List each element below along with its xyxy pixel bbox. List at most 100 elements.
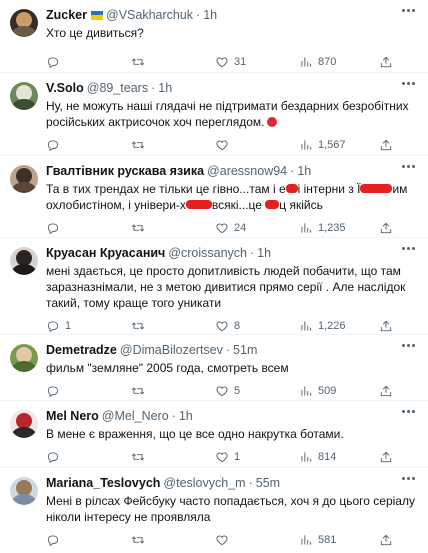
avatar[interactable] <box>10 9 38 37</box>
like-button[interactable]: 5 <box>215 384 299 398</box>
author-handle[interactable]: @VSakharchuk <box>106 8 193 22</box>
retweet-icon <box>131 453 145 461</box>
like-button[interactable]: 1 <box>215 450 299 464</box>
more-options-icon[interactable] <box>402 82 416 86</box>
views-button[interactable]: 1,235 <box>299 221 379 235</box>
views-button[interactable]: 814 <box>299 450 379 464</box>
share-icon <box>380 139 392 151</box>
view-count: 870 <box>318 56 337 68</box>
action-bar: 5 509 <box>46 380 418 402</box>
share-button[interactable] <box>379 450 399 464</box>
retweet-icon <box>131 387 145 395</box>
author-handle[interactable]: @teslovych_m <box>163 476 245 490</box>
reply-icon <box>47 223 59 235</box>
tweet[interactable]: Mariana_Teslovych @teslovych_m · 55m Мен… <box>0 468 428 553</box>
more-options-icon[interactable] <box>402 165 416 169</box>
retweet-button[interactable] <box>131 384 215 398</box>
share-button[interactable] <box>379 138 399 152</box>
tweet-text-content: Ну, не можуть наші глядачі не підтримати… <box>46 99 409 129</box>
author-name[interactable]: Demetradze <box>46 343 117 357</box>
reply-button[interactable] <box>46 221 131 235</box>
views-chart-icon <box>301 452 312 462</box>
tweet-header: Mel Nero @Mel_Nero · 1h <box>46 407 418 425</box>
retweet-button[interactable] <box>131 319 215 333</box>
avatar[interactable] <box>10 165 38 193</box>
author-name[interactable]: Круасан Круасанич <box>46 246 165 260</box>
tweet[interactable]: Mel Nero @Mel_Nero · 1h В мене є враженн… <box>0 401 428 468</box>
author-name[interactable]: Гвалтівник рускава язика <box>46 164 204 178</box>
heart-icon <box>216 223 228 234</box>
timestamp[interactable]: 1h <box>297 164 311 178</box>
retweet-button[interactable] <box>131 55 215 69</box>
tweet-text: мені здається, це просто допитливість лю… <box>46 264 406 310</box>
action-bar: 1 814 <box>46 446 418 468</box>
share-button[interactable] <box>379 319 399 333</box>
like-button[interactable]: 31 <box>215 55 299 69</box>
more-options-icon[interactable] <box>402 247 416 251</box>
timestamp[interactable]: 1h <box>203 8 217 22</box>
views-button[interactable]: 509 <box>299 384 379 398</box>
view-count: 1,235 <box>318 222 346 234</box>
reply-button[interactable] <box>46 55 131 69</box>
timestamp[interactable]: 51m <box>233 343 257 357</box>
share-button[interactable] <box>379 55 399 69</box>
views-button[interactable]: 870 <box>299 55 379 69</box>
author-name[interactable]: Zucker <box>46 8 87 22</box>
tweet-text: Хто це дивиться? <box>46 26 144 40</box>
share-button[interactable] <box>379 533 399 547</box>
retweet-button[interactable] <box>131 450 215 464</box>
retweet-button[interactable] <box>131 533 215 547</box>
reply-button[interactable] <box>46 450 131 464</box>
reply-button[interactable] <box>46 138 131 152</box>
tweet[interactable]: Demetradze @DimaBilozertsev · 51m фильм … <box>0 335 428 401</box>
action-bar: 581 <box>46 529 418 551</box>
separator-dot: · <box>290 164 295 178</box>
avatar[interactable] <box>10 344 38 372</box>
like-button[interactable]: 24 <box>215 221 299 235</box>
heart-icon <box>216 452 228 463</box>
timestamp[interactable]: 55m <box>256 476 280 490</box>
author-handle[interactable]: @croissanych <box>168 246 247 260</box>
more-options-icon[interactable] <box>402 410 416 414</box>
reply-button[interactable]: 1 <box>46 319 131 333</box>
author-handle[interactable]: @89_tears <box>87 81 148 95</box>
reply-button[interactable] <box>46 533 131 547</box>
tweet[interactable]: V.Solo @89_tears · 1h Ну, не можуть наші… <box>0 73 428 156</box>
author-name[interactable]: Mariana_Teslovych <box>46 476 160 490</box>
author-name[interactable]: Mel Nero <box>46 409 99 423</box>
view-count: 814 <box>318 451 337 463</box>
tweet[interactable]: Круасан Круасанич @croissanych · 1h мені… <box>0 238 428 335</box>
timestamp[interactable]: 1h <box>257 246 271 260</box>
author-name[interactable]: V.Solo <box>46 81 84 95</box>
views-button[interactable]: 581 <box>299 533 379 547</box>
timestamp[interactable]: 1h <box>179 409 193 423</box>
retweet-icon <box>131 141 145 149</box>
redaction-mark <box>285 184 298 193</box>
author-handle[interactable]: @DimaBilozertsev <box>120 343 223 357</box>
tweet[interactable]: Zucker @VSakharchuk · 1h Хто це дивиться… <box>0 0 428 73</box>
author-handle[interactable]: @Mel_Nero <box>102 409 169 423</box>
author-handle[interactable]: @aressnow94 <box>207 164 287 178</box>
avatar[interactable] <box>10 410 38 438</box>
retweet-button[interactable] <box>131 221 215 235</box>
more-options-icon[interactable] <box>402 9 416 13</box>
avatar[interactable] <box>10 82 38 110</box>
timestamp[interactable]: 1h <box>158 81 172 95</box>
tweet[interactable]: Гвалтівник рускава язика @aressnow94 · 1… <box>0 156 428 238</box>
views-button[interactable]: 1,226 <box>299 319 379 333</box>
reply-icon <box>47 140 59 152</box>
avatar[interactable] <box>10 247 38 275</box>
share-button[interactable] <box>379 384 399 398</box>
like-button[interactable]: 8 <box>215 319 299 333</box>
like-button[interactable] <box>215 533 299 547</box>
views-button[interactable]: 1,567 <box>299 138 379 152</box>
more-options-icon[interactable] <box>402 477 416 481</box>
views-chart-icon <box>301 223 312 233</box>
like-button[interactable] <box>215 138 299 152</box>
reply-button[interactable] <box>46 384 131 398</box>
retweet-button[interactable] <box>131 138 215 152</box>
share-button[interactable] <box>379 221 399 235</box>
view-count: 581 <box>318 534 337 546</box>
more-options-icon[interactable] <box>402 344 416 348</box>
avatar[interactable] <box>10 477 38 505</box>
